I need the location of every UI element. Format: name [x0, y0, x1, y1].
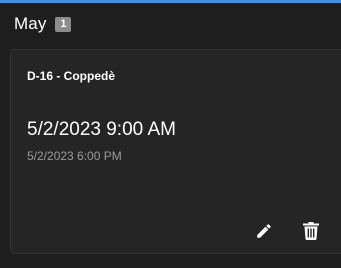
event-start-time: 5/2/2023 9:00 AM	[27, 119, 176, 140]
delete-event-button[interactable]	[300, 220, 322, 242]
month-title: May	[14, 14, 47, 33]
pencil-icon	[257, 224, 271, 238]
top-accent-bar	[0, 0, 341, 3]
event-title: D-16 - Coppedè	[27, 69, 116, 83]
edit-event-button[interactable]	[253, 220, 275, 242]
event-end-time: 5/2/2023 6:00 PM	[27, 149, 122, 163]
event-count-badge: 1	[55, 16, 72, 32]
month-header: May 1	[14, 14, 72, 34]
event-card[interactable]: D-16 - Coppedè 5/2/2023 9:00 AM 5/2/2023…	[10, 49, 341, 254]
trash-icon	[303, 222, 319, 240]
